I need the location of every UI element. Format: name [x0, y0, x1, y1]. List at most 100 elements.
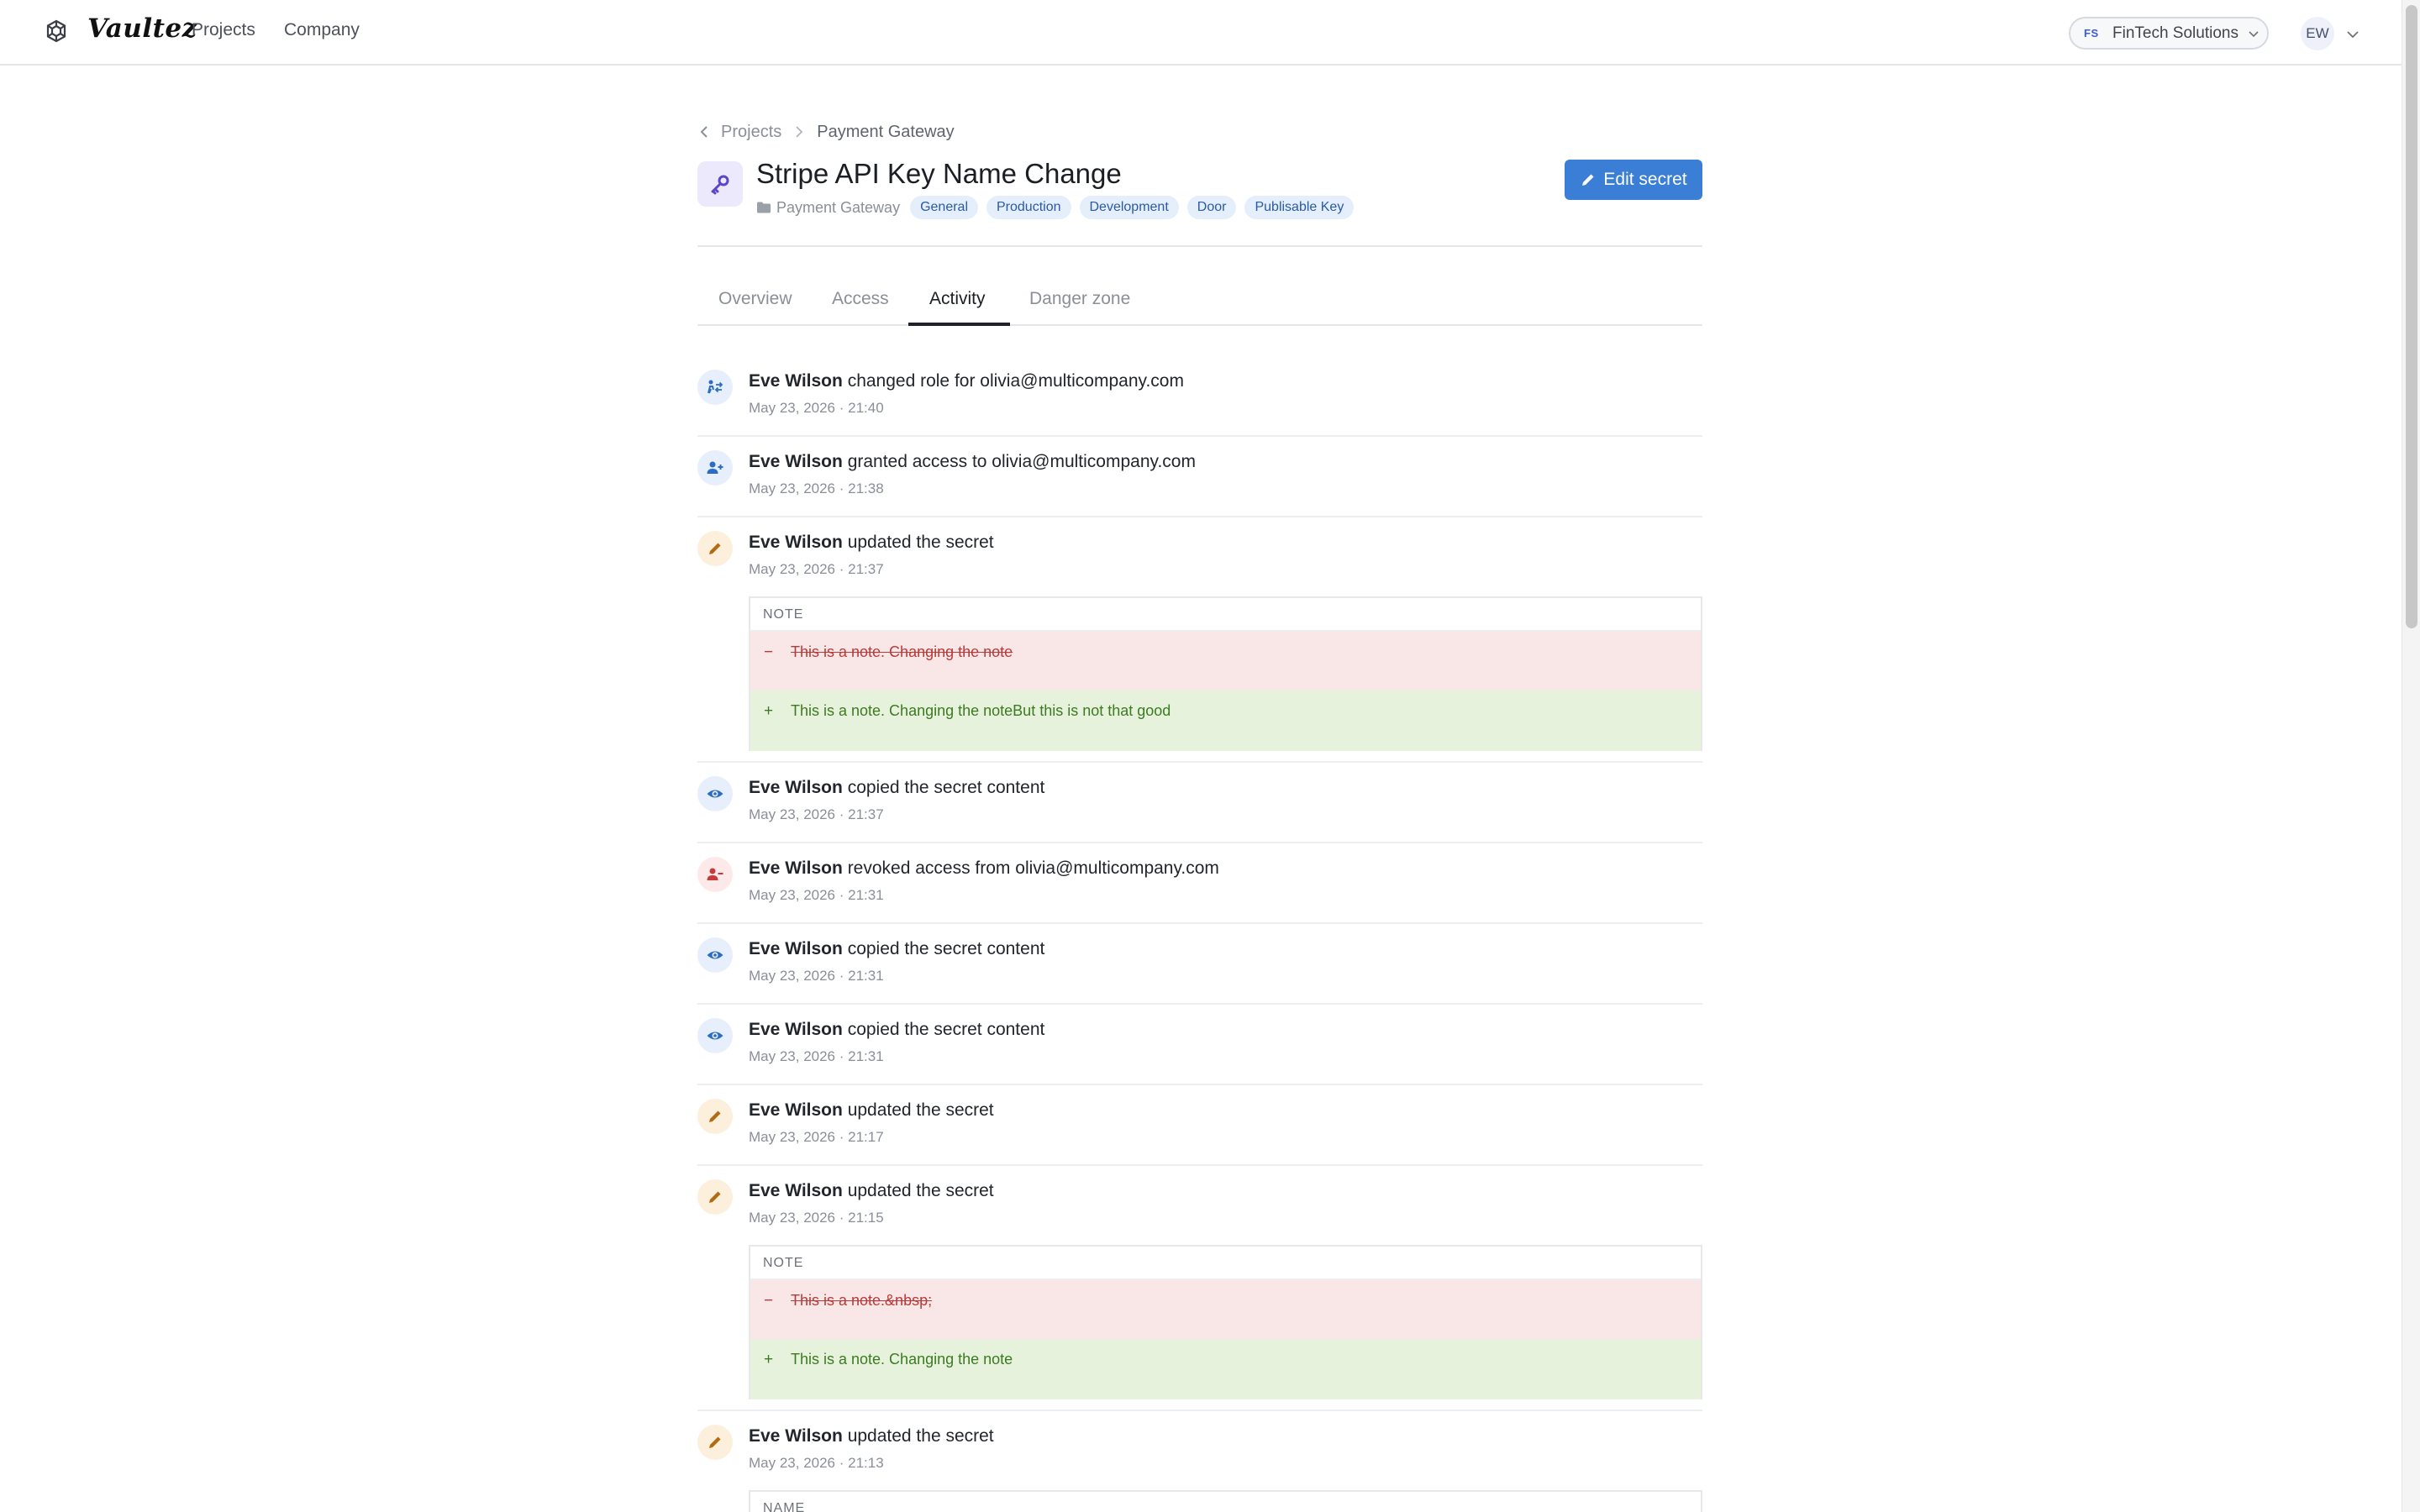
org-initials-badge: FS — [2084, 26, 2099, 39]
secret-meta: Payment Gateway General Production Devel… — [756, 195, 1362, 220]
user-avatar[interactable]: EW — [2301, 17, 2334, 50]
activity-timestamp: May 23, 2026 · 21:37 — [749, 806, 884, 822]
activity-action: granted access to olivia@multicompany.co… — [847, 452, 1196, 471]
diff-field-name: NAME — [750, 1492, 1701, 1512]
brand-logo[interactable]: Vaultez — [87, 13, 197, 44]
edit-secret-button[interactable]: Edit secret — [1565, 160, 1702, 200]
activity-timestamp: May 23, 2026 · 21:38 — [749, 480, 884, 496]
activity-actor: Eve Wilson — [749, 371, 843, 391]
pencil-icon — [697, 1425, 733, 1460]
activity-actor: Eve Wilson — [749, 778, 843, 797]
activity-timestamp: May 23, 2026 · 21:40 — [749, 400, 884, 416]
activity-actor: Eve Wilson — [749, 1426, 843, 1446]
tab-danger-zone[interactable]: Danger zone — [1029, 289, 1130, 309]
activity-item: Eve Wilson updated the secret May 23, 20… — [697, 1166, 1702, 1411]
change-diff: NAME — [749, 1490, 1702, 1512]
activity-actor: Eve Wilson — [749, 533, 843, 552]
activity-timestamp: May 23, 2026 · 21:31 — [749, 887, 884, 903]
activity-actor: Eve Wilson — [749, 939, 843, 958]
diff-plus-sign: + — [764, 1351, 774, 1368]
eye-icon — [697, 1018, 733, 1053]
tag-publisable-key[interactable]: Publisable Key — [1244, 196, 1355, 219]
vaultez-logo-icon[interactable] — [44, 18, 69, 44]
activity-text: Eve Wilson copied the secret content — [749, 778, 1044, 798]
tag-general[interactable]: General — [910, 196, 978, 219]
activity-timestamp: May 23, 2026 · 21:13 — [749, 1455, 884, 1471]
activity-actor: Eve Wilson — [749, 1100, 843, 1120]
activity-text: Eve Wilson granted access to olivia@mult… — [749, 452, 1196, 472]
vertical-scrollbar[interactable] — [2402, 0, 2420, 1512]
activity-item: Eve Wilson copied the secret content May… — [697, 763, 1702, 843]
edit-secret-label: Edit secret — [1603, 170, 1687, 189]
user-add-icon — [697, 450, 733, 486]
tab-activity[interactable]: Activity — [929, 289, 986, 309]
folder-name[interactable]: Payment Gateway — [776, 199, 900, 217]
activity-text: Eve Wilson changed role for olivia@multi… — [749, 371, 1184, 391]
pencil-icon — [1582, 174, 1594, 186]
breadcrumb-projects-link[interactable]: Projects — [721, 123, 781, 142]
activity-text: Eve Wilson updated the secret — [749, 533, 994, 553]
activity-list: Eve Wilson changed role for olivia@multi… — [697, 356, 1702, 1512]
breadcrumb: Projects Payment Gateway — [697, 120, 955, 144]
activity-item: Eve Wilson revoked access from olivia@mu… — [697, 843, 1702, 924]
diff-plus-sign: + — [764, 702, 774, 720]
pencil-icon — [697, 531, 733, 566]
chevron-left-icon[interactable] — [697, 123, 711, 140]
activity-text: Eve Wilson copied the secret content — [749, 939, 1044, 959]
activity-action: updated the secret — [847, 1181, 994, 1200]
activity-item: Eve Wilson granted access to olivia@mult… — [697, 437, 1702, 517]
activity-action: changed role for olivia@multicompany.com — [847, 371, 1184, 391]
tag-door[interactable]: Door — [1186, 196, 1237, 219]
diff-minus-sign: − — [764, 1292, 774, 1310]
diff-minus-sign: − — [764, 643, 774, 661]
diff-field-name: NOTE — [750, 598, 1701, 632]
folder-icon — [757, 202, 771, 213]
chevron-down-icon[interactable] — [2344, 26, 2361, 43]
user-remove-icon — [697, 857, 733, 892]
activity-timestamp: May 23, 2026 · 21:15 — [749, 1210, 884, 1226]
activity-action: updated the secret — [847, 1100, 994, 1120]
page-title: Stripe API Key Name Change — [756, 158, 1122, 189]
active-tab-indicator — [908, 323, 1010, 326]
activity-text: Eve Wilson updated the secret — [749, 1426, 994, 1446]
tab-bar: Overview Access Activity Danger zone — [697, 277, 1702, 326]
diff-added-line: + This is a note. Changing the note — [750, 1339, 1701, 1399]
activity-item: Eve Wilson changed role for olivia@multi… — [697, 356, 1702, 437]
activity-action: copied the secret content — [847, 778, 1045, 797]
nav-projects-link[interactable]: Projects — [192, 20, 255, 40]
activity-action: updated the secret — [847, 533, 994, 552]
diff-removed-text: This is a note. Changing the note — [791, 643, 1013, 660]
pencil-icon — [697, 1179, 733, 1215]
eye-icon — [697, 776, 733, 811]
activity-text: Eve Wilson copied the secret content — [749, 1020, 1044, 1040]
chevron-right-icon — [796, 126, 803, 138]
scrollbar-thumb[interactable] — [2406, 5, 2417, 628]
activity-action: copied the secret content — [847, 1020, 1045, 1039]
activity-action: updated the secret — [847, 1426, 994, 1446]
activity-text: Eve Wilson updated the secret — [749, 1100, 994, 1121]
tag-development[interactable]: Development — [1079, 196, 1179, 219]
activity-item: Eve Wilson updated the secret May 23, 20… — [697, 1411, 1702, 1512]
diff-added-line: + This is a note. Changing the noteBut t… — [750, 690, 1701, 751]
pencil-icon — [697, 1099, 733, 1134]
diff-removed-line: − This is a note. Changing the note — [750, 632, 1701, 690]
activity-actor: Eve Wilson — [749, 858, 843, 878]
diff-added-text: This is a note. Changing the note — [791, 1351, 1013, 1368]
activity-timestamp: May 23, 2026 · 21:31 — [749, 968, 884, 984]
nav-company-link[interactable]: Company — [284, 20, 360, 40]
diff-removed-text: This is a note.&nbsp; — [791, 1292, 933, 1309]
chevron-down-icon — [2249, 30, 2259, 37]
activity-timestamp: May 23, 2026 · 21:17 — [749, 1129, 884, 1145]
tab-access[interactable]: Access — [832, 289, 889, 309]
activity-text: Eve Wilson revoked access from olivia@mu… — [749, 858, 1219, 879]
diff-added-text: This is a note. Changing the noteBut thi… — [791, 702, 1171, 719]
activity-actor: Eve Wilson — [749, 1181, 843, 1200]
tag-production[interactable]: Production — [986, 196, 1071, 219]
breadcrumb-current: Payment Gateway — [817, 122, 955, 141]
activity-item: Eve Wilson copied the secret content May… — [697, 924, 1702, 1005]
role-change-icon — [697, 370, 733, 405]
activity-timestamp: May 23, 2026 · 21:37 — [749, 561, 884, 577]
org-switcher[interactable]: FS FinTech Solutions — [2069, 17, 2269, 50]
diff-field-name: NOTE — [750, 1247, 1701, 1280]
tab-overview[interactable]: Overview — [718, 289, 792, 309]
